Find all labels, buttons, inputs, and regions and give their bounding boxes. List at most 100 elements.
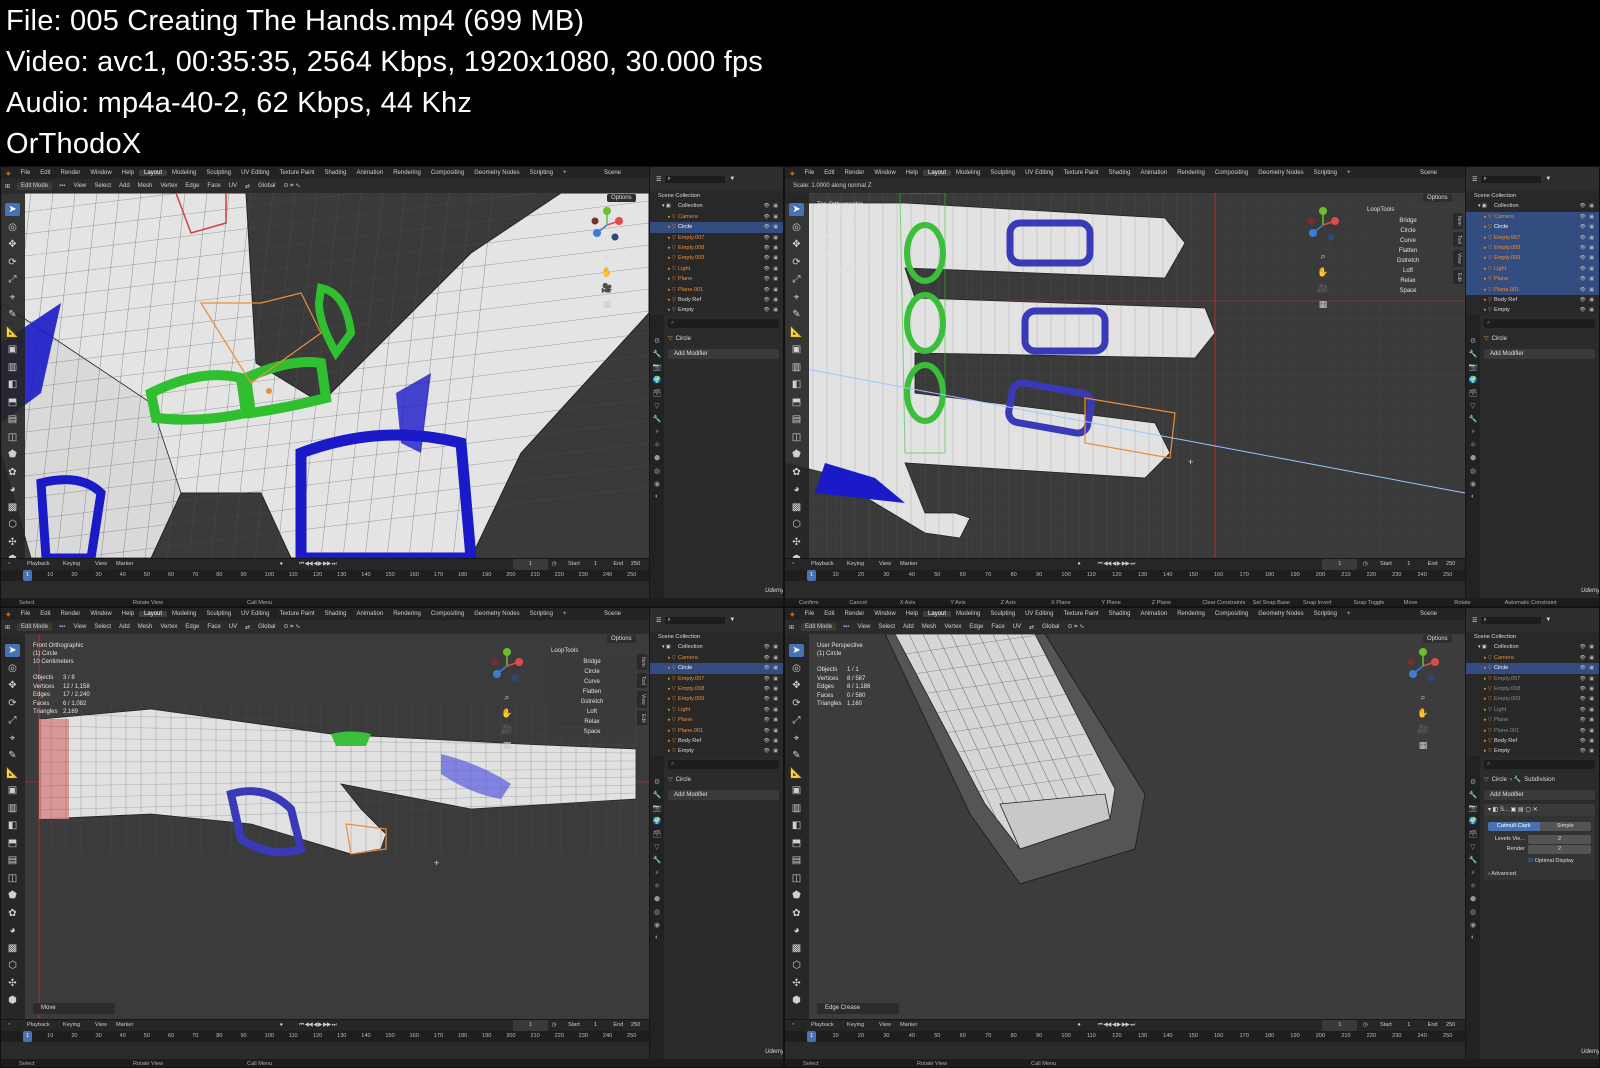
properties-tab-icon[interactable]: ⬢: [1470, 454, 1476, 462]
outliner-item[interactable]: ▾ ▣ Collection 👁 ▣: [1466, 642, 1599, 652]
scale-tool-icon[interactable]: ⤢: [5, 714, 20, 727]
knife-tool-icon[interactable]: ◫: [789, 431, 804, 444]
preview-range-icon[interactable]: ◷: [552, 1020, 557, 1031]
menu-uv[interactable]: UV: [1009, 624, 1025, 630]
rotate-tool-icon[interactable]: ⟳: [5, 256, 20, 269]
measure-tool-icon[interactable]: 📐: [5, 326, 20, 339]
menu-file[interactable]: File: [16, 611, 36, 617]
playback-menu[interactable]: Playback: [811, 559, 834, 570]
properties-tab-icon[interactable]: ◐: [655, 934, 659, 941]
outliner-item[interactable]: ▸ ▽ Circle 👁 ▣: [650, 222, 783, 233]
outliner-item[interactable]: ▸ ▽ Body Ref 👁 ▣: [1466, 295, 1599, 305]
workspace-tab-rendering[interactable]: Rendering: [388, 611, 426, 617]
visibility-toggle-icon[interactable]: 👁 ▣: [764, 663, 779, 673]
poly-build-tool-icon[interactable]: ⬟: [5, 889, 20, 902]
visibility-toggle-icon[interactable]: 👁 ▣: [1580, 694, 1595, 704]
workspace-tab-animation[interactable]: Animation: [1136, 611, 1173, 617]
visibility-toggle-icon[interactable]: 👁 ▣: [1580, 684, 1595, 694]
inset-tool-icon[interactable]: ◧: [789, 819, 804, 832]
visibility-toggle-icon[interactable]: 👁 ▣: [764, 212, 779, 222]
properties-search-icon[interactable]: ⌕: [1484, 319, 1595, 328]
camera-view-icon[interactable]: 🎥: [1417, 724, 1428, 735]
poly-build-tool-icon[interactable]: ⬟: [789, 889, 804, 902]
properties-tab-icon[interactable]: ◐: [655, 493, 659, 500]
workspace-tab-shading[interactable]: Shading: [319, 170, 351, 176]
menu-add[interactable]: Add: [115, 624, 134, 630]
looptools-circle-button[interactable]: Circle: [551, 668, 633, 677]
outliner-item[interactable]: ▸ ▽ Empty.009 👁 ▣: [1466, 253, 1599, 264]
outliner-item[interactable]: ▸ ▽ Empty.008 👁 ▣: [1466, 242, 1599, 254]
edge-slide-tool-icon[interactable]: ▩: [5, 501, 20, 514]
outliner-item[interactable]: ▸ ▽ Empty.007 👁 ▣: [1466, 674, 1599, 684]
outliner-item[interactable]: ▸ ▽ Light 👁 ▣: [650, 264, 783, 274]
simple-button[interactable]: Simple: [1539, 822, 1591, 831]
add-workspace-button[interactable]: +: [558, 170, 572, 176]
poly-build-tool-icon[interactable]: ⬟: [5, 448, 20, 461]
menu-face[interactable]: Face: [987, 624, 1008, 630]
navigation-gizmo[interactable]: [1405, 648, 1441, 684]
visibility-toggle-icon[interactable]: 👁 ▣: [1580, 663, 1595, 673]
workspace-tab-uv-editing[interactable]: UV Editing: [1020, 170, 1058, 176]
workspace-tab-geometry-nodes[interactable]: Geometry Nodes: [469, 611, 524, 617]
shear-tool-icon[interactable]: ✣: [5, 977, 20, 990]
properties-tab-icon[interactable]: ⬢: [654, 895, 660, 903]
annotate-tool-icon[interactable]: ✎: [5, 749, 20, 762]
start-frame-field[interactable]: 1: [1407, 1020, 1410, 1031]
sidebar-tab-tool[interactable]: Tool: [1453, 231, 1463, 247]
playback-controls-icon[interactable]: ⏮ ◀◀ ◀ ▶ ▶▶ ⏭: [1098, 1020, 1136, 1031]
menu-window[interactable]: Window: [85, 611, 116, 617]
outliner-item[interactable]: ▸ ▽ Body Ref 👁 ▣: [650, 295, 783, 305]
visibility-toggle-icon[interactable]: 👁 ▣: [1580, 705, 1595, 715]
bevel-tool-icon[interactable]: ⬒: [789, 396, 804, 409]
sidebar-tab-edit[interactable]: Edit: [637, 710, 647, 726]
properties-tab-icon[interactable]: ⚡: [1471, 869, 1476, 877]
levels-viewport-field[interactable]: 2: [1528, 835, 1591, 844]
menu-edit[interactable]: Edit: [35, 611, 55, 617]
timeline-view-menu[interactable]: View: [879, 1020, 891, 1031]
menu-mesh[interactable]: Mesh: [918, 624, 941, 630]
outliner-filter-icon[interactable]: ☰: [1472, 617, 1477, 624]
visibility-toggle-icon[interactable]: 👁 ▣: [1580, 264, 1595, 274]
start-frame-field[interactable]: 1: [594, 1020, 597, 1031]
visibility-toggle-icon[interactable]: 👁 ▣: [764, 253, 779, 263]
properties-tab-icon[interactable]: 🌍: [653, 376, 662, 384]
ortho-grid-icon[interactable]: ▦: [603, 299, 612, 310]
outliner-item[interactable]: ▸ ▽ Plane 👁 ▣: [650, 274, 783, 284]
menu-window[interactable]: Window: [869, 611, 900, 617]
add-cube-tool-icon[interactable]: ▣: [5, 784, 20, 797]
preview-range-icon[interactable]: ◷: [1363, 559, 1368, 570]
zoom-icon[interactable]: ⌕: [1420, 692, 1425, 703]
workspace-tab-rendering[interactable]: Rendering: [1172, 611, 1210, 617]
visibility-toggle-icon[interactable]: 👁 ▣: [1580, 253, 1595, 263]
properties-tab-icon[interactable]: ⚛: [1470, 441, 1476, 449]
transform-orientation[interactable]: Global: [1038, 624, 1063, 630]
keying-menu[interactable]: Keying: [847, 1020, 864, 1031]
keying-menu[interactable]: Keying: [63, 559, 80, 570]
properties-tab-icon[interactable]: 🗃: [1469, 830, 1478, 838]
menu-uv[interactable]: UV: [225, 183, 241, 189]
editor-type-icon[interactable]: ⊞: [1, 183, 14, 190]
select-mode-icon[interactable]: ▪▪▪: [55, 624, 69, 630]
outliner-item[interactable]: ▸ ▽ Light 👁 ▣: [1466, 263, 1599, 275]
ortho-grid-icon[interactable]: ▦: [503, 740, 512, 751]
measure-tool-icon[interactable]: 📐: [789, 326, 804, 339]
mode-selector[interactable]: Edit Mode: [17, 623, 53, 631]
sidebar-tab-view[interactable]: View: [1453, 249, 1463, 267]
visibility-toggle-icon[interactable]: 👁 ▣: [764, 653, 779, 663]
menu-select[interactable]: Select: [90, 183, 115, 189]
visibility-toggle-icon[interactable]: 👁 ▣: [764, 274, 779, 284]
visibility-toggle-icon[interactable]: 👁 ▣: [1580, 274, 1595, 284]
properties-tab-icon[interactable]: ◐: [1471, 493, 1475, 500]
menu-mesh[interactable]: Mesh: [134, 183, 157, 189]
menu-view[interactable]: View: [69, 624, 90, 630]
properties-tab-icon[interactable]: 🗃: [653, 389, 662, 397]
workspace-tab-texture-paint[interactable]: Texture Paint: [1058, 170, 1103, 176]
measure-tool-icon[interactable]: 📐: [5, 767, 20, 780]
timeline-track[interactable]: [1, 581, 649, 598]
visibility-toggle-icon[interactable]: 👁 ▣: [764, 264, 779, 274]
looptools-relax-button[interactable]: Relax: [1367, 277, 1449, 286]
bevel-tool-icon[interactable]: ⬒: [789, 837, 804, 850]
visibility-toggle-icon[interactable]: 👁 ▣: [1580, 201, 1595, 211]
options-button[interactable]: Options: [607, 635, 636, 643]
record-button-icon[interactable]: ●: [1077, 1020, 1080, 1031]
